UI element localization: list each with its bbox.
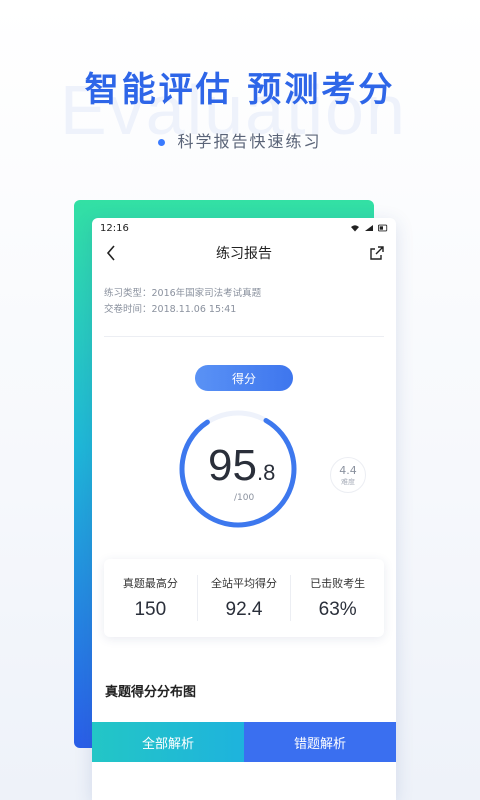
page-title: 练习报告 [216,246,272,262]
stat-average: 全站平均得分 92.4 [198,575,292,621]
bullet-dot-icon [158,139,166,146]
promo-headline: 智能评估 预测考分 [84,70,396,110]
promo-subline-text: 科学报告快速练习 [177,132,322,151]
share-icon[interactable] [368,244,386,262]
status-bar: 12:16 [92,218,396,238]
chevron-left-icon[interactable] [102,244,120,262]
difficulty-badge: 4.4 难度 [330,457,366,493]
score-integer: 95 [208,441,257,490]
stat-beaten: 已击败考生 63% [291,575,384,621]
score-max: /100 [234,493,255,503]
bottom-spacer [92,762,396,800]
status-icons [350,224,388,232]
submit-time: 交卷时间：2018.11.06 15:41 [104,304,237,315]
score-decimal: .8 [256,460,276,485]
all-analysis-button[interactable]: 全部解析 [92,722,244,762]
battery-icon [378,224,388,232]
difficulty-label: 难度 [341,477,355,486]
stat-value: 63% [318,599,357,620]
stat-value: 92.4 [225,599,263,620]
distribution-title: 真题得分分布图 [105,685,197,700]
promo-subline: 科学报告快速练习 [0,128,480,152]
status-time: 12:16 [100,222,129,234]
stat-highest: 真题最高分 150 [104,575,198,621]
phone-screen: 12:16 练习报告 练习类型：2016年国家司法考试真题 交卷时间：2018.… [92,218,396,800]
score-tag: 得分 [195,365,293,391]
stat-label: 全站平均得分 [211,577,277,590]
wifi-icon [351,225,359,232]
difficulty-value: 4.4 [339,463,357,477]
stat-label: 已击败考生 [310,577,366,590]
bottom-action-bar: 全部解析 错题解析 [92,722,396,762]
wrong-analysis-button[interactable]: 错题解析 [244,722,396,762]
stats-card: 真题最高分 150 全站平均得分 92.4 已击败考生 63% [104,559,384,637]
nav-bar: 练习报告 [92,238,396,268]
score-ring-area: 95.8 /100 4.4 难度 [92,407,396,537]
score-value: 95.8 [208,441,275,491]
signal-icon [365,225,373,231]
stat-label: 真题最高分 [122,577,178,590]
divider [104,336,384,337]
exam-type: 练习类型：2016年国家司法考试真题 [104,288,262,299]
exam-info: 练习类型：2016年国家司法考试真题 交卷时间：2018.11.06 15:41 [92,268,396,318]
stat-value: 150 [134,599,167,620]
